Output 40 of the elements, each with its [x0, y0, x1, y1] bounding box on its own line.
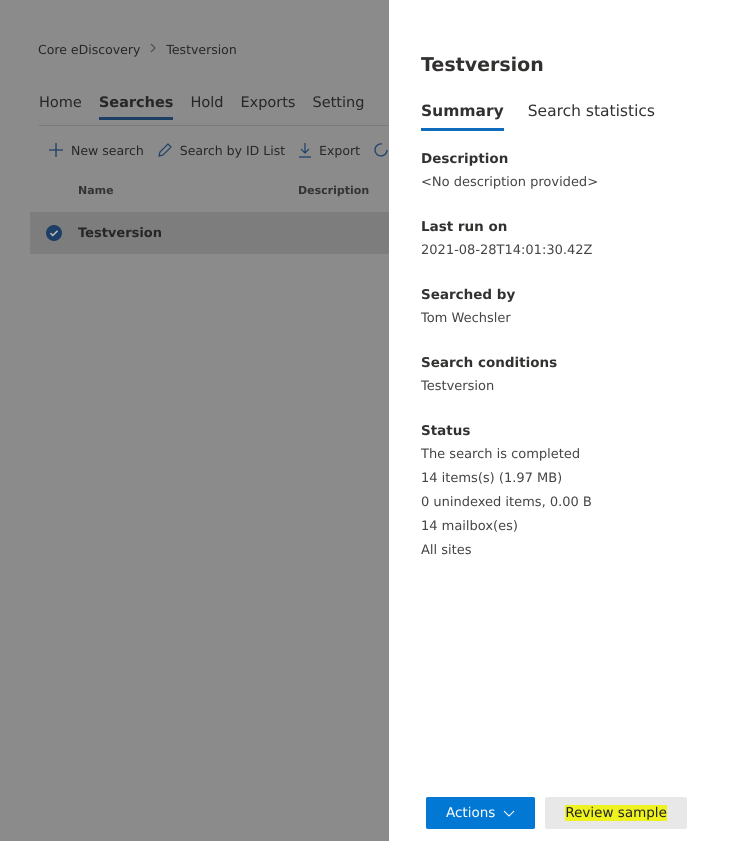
checkmark-icon	[46, 225, 62, 241]
download-icon	[298, 142, 312, 158]
field-value: 14 items(s) (1.97 MB)	[421, 470, 562, 488]
field-value: 2021-08-28T14:01:30.42Z	[421, 242, 592, 260]
nav-tab[interactable]: Hold	[190, 87, 224, 120]
breadcrumb-link[interactable]: Testversion	[166, 42, 237, 57]
refresh-icon[interactable]	[373, 142, 389, 158]
panel-tab[interactable]: Search statistics	[528, 102, 655, 131]
plus-icon	[48, 142, 64, 158]
field-label: Searched by	[421, 286, 516, 305]
table-cell: Testversion	[78, 226, 162, 240]
chevron-down-icon	[503, 810, 516, 816]
review-button[interactable]: Review sample	[545, 797, 687, 829]
nav-tab[interactable]: Exports	[240, 87, 296, 120]
nav-tab[interactable]: Searches	[98, 87, 174, 120]
column-header[interactable]: Name	[78, 184, 298, 200]
field-label: Search conditions	[421, 354, 558, 373]
pencil-icon	[156, 142, 173, 158]
chevron-right-icon	[150, 43, 156, 53]
actions-button[interactable]: Actions	[426, 797, 536, 829]
field-value: Tom Wechsler	[421, 310, 511, 328]
breadcrumb-link[interactable]: Core eDiscovery	[38, 42, 140, 57]
nav-tab[interactable]: Home	[39, 87, 82, 120]
column-header[interactable]: Description	[298, 184, 370, 200]
field-value: The search is completed	[421, 446, 580, 464]
field-value: All sites	[421, 542, 472, 560]
panel-title: Testversion	[421, 54, 545, 76]
field-value: 0 unindexed items, 0.00 B	[421, 494, 592, 512]
command-button[interactable]: Search by ID List	[156, 142, 286, 158]
command-button[interactable]: New search	[48, 142, 144, 158]
field-label: Description	[421, 150, 508, 169]
field-value: 14 mailbox(es)	[421, 518, 518, 536]
command-button[interactable]: Export	[298, 142, 360, 158]
field-value: Testversion	[421, 378, 494, 396]
table-row[interactable]: Testversion	[30, 212, 389, 254]
nav-tab[interactable]: Setting	[312, 87, 364, 120]
field-label: Status	[421, 422, 470, 441]
panel-tab[interactable]: Summary	[421, 102, 504, 131]
field-label: Last run on	[421, 218, 508, 237]
field-value: <No description provided>	[421, 174, 598, 192]
